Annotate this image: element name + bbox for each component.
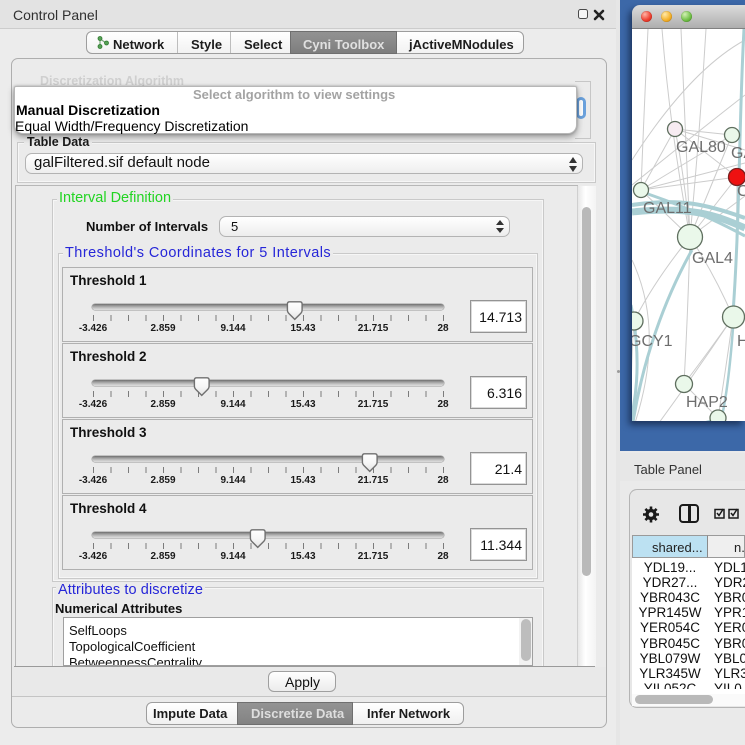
svg-text:GA: GA xyxy=(731,145,745,162)
svg-text:GAL4: GAL4 xyxy=(692,250,733,267)
svg-text:H: H xyxy=(737,333,745,350)
svg-text:GAL80: GAL80 xyxy=(676,139,726,156)
svg-text:GCY1: GCY1 xyxy=(632,333,673,350)
svg-text:C: C xyxy=(737,183,745,200)
svg-text:GAL11: GAL11 xyxy=(643,200,692,217)
svg-text:HAP2: HAP2 xyxy=(686,394,728,411)
